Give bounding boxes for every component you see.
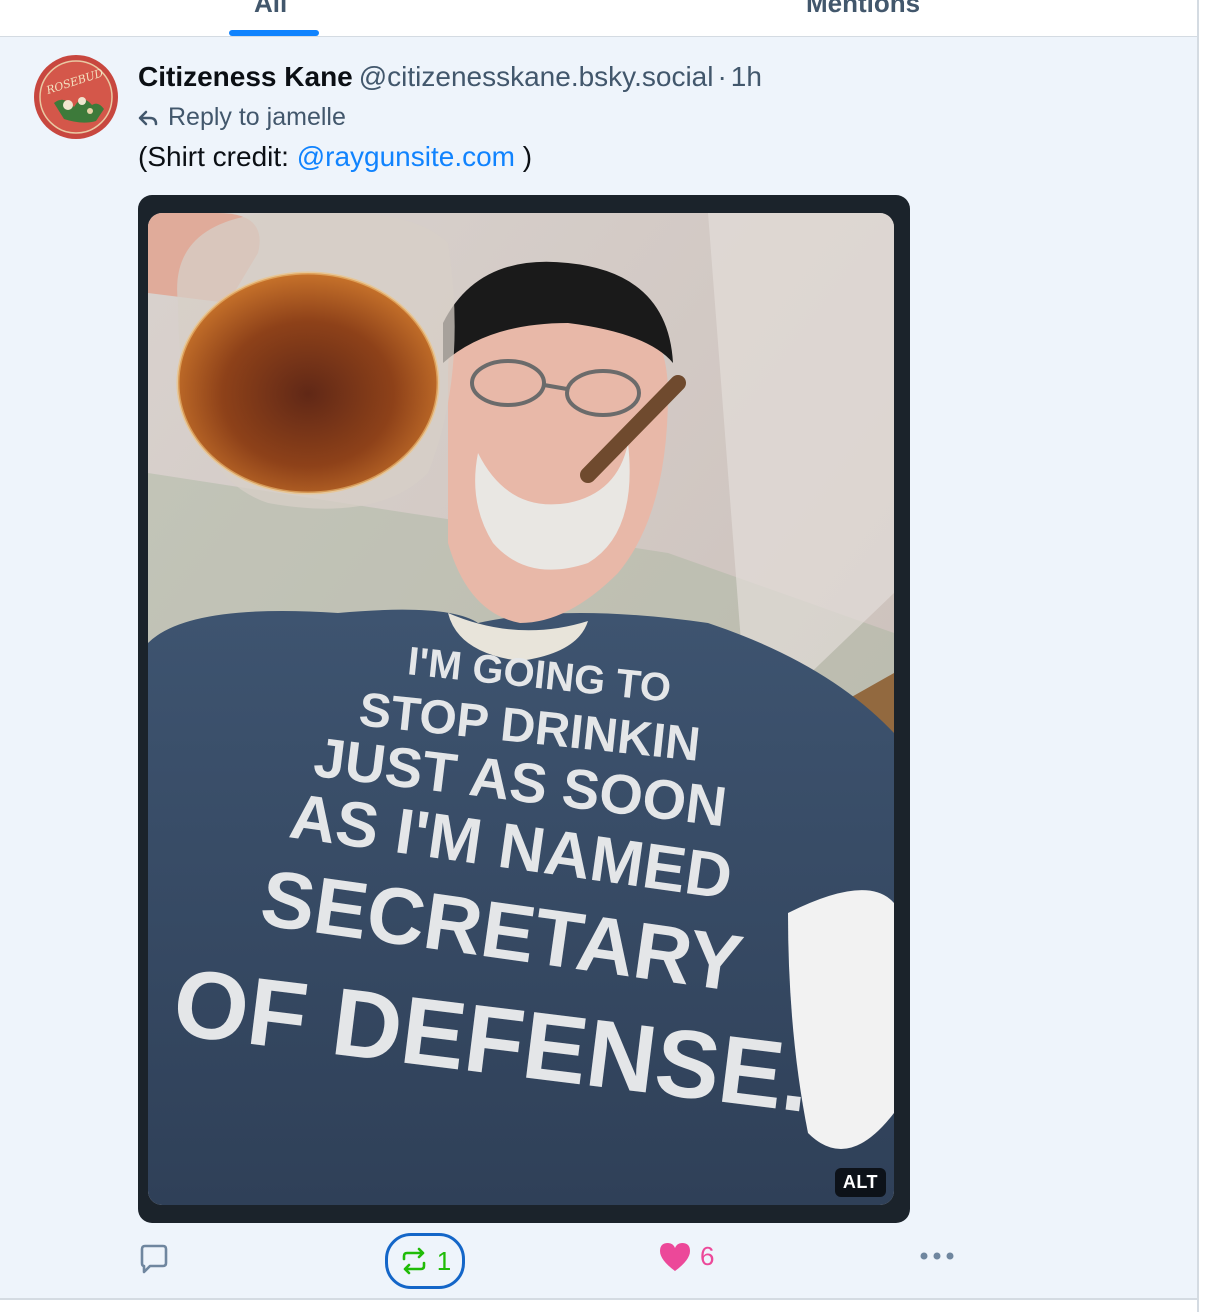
- mention-link[interactable]: @raygunsite.com: [297, 141, 515, 172]
- repost-icon: [402, 1247, 426, 1275]
- post-card[interactable]: ROSEBUD Citizeness Kane @citizenesskane.b…: [0, 37, 1198, 1299]
- column-border: [1197, 0, 1199, 1312]
- tab-all[interactable]: All: [254, 0, 287, 19]
- feed-tab-bar: All Mentions: [0, 0, 1198, 37]
- ellipsis-icon: [920, 1252, 954, 1260]
- like-count: 6: [700, 1241, 715, 1271]
- repost-button[interactable]: 1: [385, 1233, 465, 1289]
- author-name[interactable]: Citizeness Kane: [138, 61, 353, 92]
- alt-text-badge[interactable]: ALT: [834, 1168, 886, 1197]
- post-text-suffix: ): [515, 141, 533, 172]
- more-options-button[interactable]: [918, 1241, 956, 1271]
- repost-count: 1: [436, 1245, 452, 1276]
- post-divider: [0, 1298, 1198, 1300]
- post-text: (Shirt credit: @raygunsite.com ): [138, 141, 532, 173]
- active-tab-indicator: [229, 30, 319, 36]
- heart-icon: [660, 1242, 690, 1271]
- reply-arrow-icon: [138, 110, 158, 125]
- separator-dot: ·: [717, 61, 727, 92]
- post-image-embed[interactable]: I'M GOING TO STOP DRINKIN JUST AS SOON A…: [138, 195, 910, 1223]
- like-button[interactable]: 6: [658, 1241, 714, 1272]
- author-line: Citizeness Kane @citizenesskane.bsky.soci…: [138, 61, 762, 93]
- tab-mentions[interactable]: Mentions: [806, 0, 920, 19]
- avatar[interactable]: ROSEBUD: [34, 55, 118, 139]
- reply-button[interactable]: [138, 1243, 170, 1275]
- post-timestamp[interactable]: 1h: [731, 61, 762, 92]
- author-handle[interactable]: @citizenesskane.bsky.social: [359, 61, 714, 92]
- reply-to-label: Reply to jamelle: [168, 103, 346, 131]
- post-actions: 1 6: [0, 1233, 1198, 1293]
- reply-context[interactable]: Reply to jamelle: [138, 103, 346, 132]
- post-text-prefix: (Shirt credit:: [138, 141, 297, 172]
- selfie-photo: I'M GOING TO STOP DRINKIN JUST AS SOON A…: [148, 213, 894, 1205]
- speech-bubble-icon: [140, 1244, 168, 1274]
